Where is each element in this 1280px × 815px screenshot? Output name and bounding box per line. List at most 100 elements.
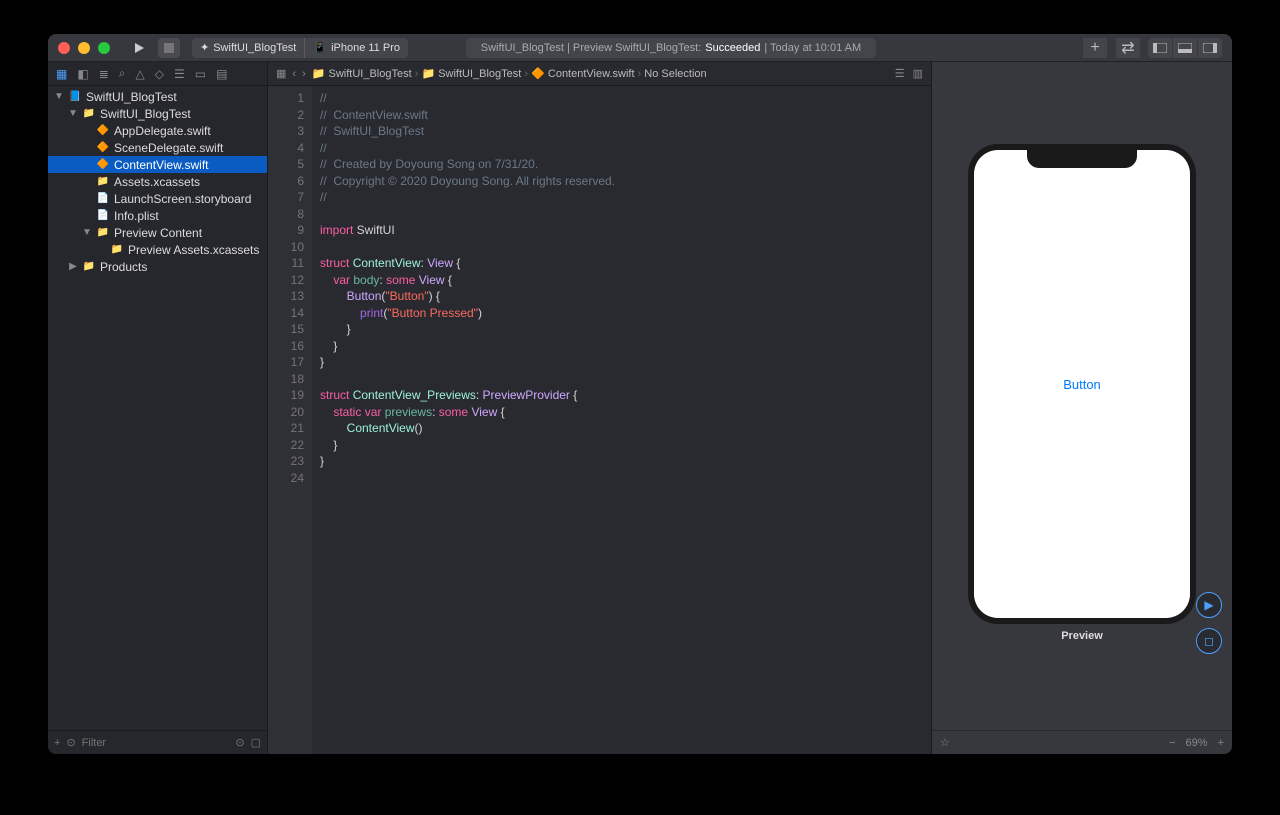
tree-item[interactable]: ▼ 📘 SwiftUI_BlogTest — [48, 88, 267, 105]
adjust-editor-button[interactable]: ▥ — [913, 67, 923, 80]
asset-icon: 📁 — [110, 243, 124, 257]
status-time: | Today at 10:01 AM — [764, 42, 861, 54]
zoom-in-button[interactable]: + — [1218, 737, 1224, 749]
canvas-body: Button Preview ▶ ◻ — [932, 62, 1232, 730]
inspect-preview-button[interactable]: ◻ — [1196, 628, 1222, 654]
disclosure-triangle[interactable]: ▼ — [82, 227, 92, 238]
tree-item-label: ContentView.swift — [114, 158, 209, 172]
issue-tab[interactable]: △ — [135, 67, 144, 81]
device-icon: 📱 — [313, 41, 327, 54]
close-window-button[interactable] — [58, 42, 70, 54]
stop-button[interactable] — [158, 38, 180, 58]
scheme-app-label: SwiftUI_BlogTest — [213, 42, 296, 54]
navigator-footer: + ⊙ ⊙ ▢ — [48, 730, 267, 754]
tree-item-label: Products — [100, 260, 147, 274]
tree-item[interactable]: 📁 Preview Assets.xcassets — [48, 241, 267, 258]
navigator-panel: ▦ ◧ ≣ ⌕ △ ◇ ☰ ▭ ▤ ▼ 📘 SwiftUI_BlogTest ▼ 📁 Sw… — [48, 62, 268, 754]
zoom-out-button[interactable]: − — [1169, 737, 1175, 749]
tree-item[interactable]: ▼ 📁 SwiftUI_BlogTest — [48, 105, 267, 122]
swift-icon: 🔶 — [96, 141, 110, 155]
device-notch — [1027, 150, 1137, 168]
device-frame: Button — [968, 144, 1196, 624]
toggle-inspector-button[interactable] — [1198, 38, 1222, 58]
run-button[interactable] — [128, 38, 150, 58]
tree-item[interactable]: 🔶 ContentView.swift — [48, 156, 267, 173]
preview-label: Preview — [968, 624, 1196, 648]
test-tab[interactable]: ◇ — [155, 67, 164, 81]
code-content: //// ContentView.swift// SwiftUI_BlogTes… — [312, 86, 615, 754]
titlebar: ✦SwiftUI_BlogTest 📱iPhone 11 Pro SwiftUI… — [48, 34, 1232, 62]
preview-button-element[interactable]: Button — [1063, 377, 1101, 392]
code-review-button[interactable]: ⇄ — [1116, 38, 1140, 58]
plist-icon: 📄 — [96, 209, 110, 223]
file-tree: ▼ 📘 SwiftUI_BlogTest ▼ 📁 SwiftUI_BlogTest 🔶 App… — [48, 86, 267, 730]
canvas-controls: ▶ ◻ — [1196, 592, 1222, 654]
related-items-button[interactable]: ▦ — [276, 67, 286, 80]
titlebar-right-controls: + ⇄ — [1083, 38, 1222, 58]
tree-item[interactable]: ▶ 📁 Products — [48, 258, 267, 275]
app-icon: ✦ — [200, 41, 209, 54]
forward-button[interactable]: › — [302, 68, 306, 80]
symbol-tab[interactable]: ≣ — [99, 67, 109, 81]
live-preview-button[interactable]: ▶ — [1196, 592, 1222, 618]
tree-item[interactable]: ▼📁Preview Content — [48, 224, 267, 241]
find-tab[interactable]: ⌕ — [119, 66, 126, 81]
tree-item[interactable]: 🔶 AppDelegate.swift — [48, 122, 267, 139]
report-tab[interactable]: ▤ — [216, 67, 227, 81]
pin-preview-button[interactable]: ☆ — [940, 736, 950, 749]
tree-item[interactable]: 📁Assets.xcassets — [48, 173, 267, 190]
breadcrumb-item[interactable]: 📁 SwiftUI_BlogTest — [312, 68, 412, 80]
breadcrumb[interactable]: 📁 SwiftUI_BlogTest › 📁 SwiftUI_BlogTest … — [312, 67, 707, 80]
disclosure-triangle[interactable]: ▼ — [68, 108, 78, 119]
tree-item[interactable]: 📄 LaunchScreen.storyboard — [48, 190, 267, 207]
folder-icon: 📁 — [82, 107, 96, 121]
tree-item-label: SwiftUI_BlogTest — [86, 90, 177, 104]
breakpoint-tab[interactable]: ▭ — [195, 67, 206, 81]
disclosure-triangle[interactable]: ▼ — [54, 91, 64, 102]
back-button[interactable]: ‹ — [292, 68, 296, 80]
library-button[interactable]: + — [1083, 38, 1107, 58]
recent-filter-button[interactable]: ⊙ — [235, 736, 244, 749]
tree-item-label: AppDelegate.swift — [114, 124, 211, 138]
zoom-window-button[interactable] — [98, 42, 110, 54]
window-body: ▦ ◧ ≣ ⌕ △ ◇ ☰ ▭ ▤ ▼ 📘 SwiftUI_BlogTest ▼ 📁 Sw… — [48, 62, 1232, 754]
status-prefix: SwiftUI_BlogTest | Preview SwiftUI_BlogT… — [481, 42, 702, 54]
toggle-debug-button[interactable] — [1173, 38, 1197, 58]
code-editor[interactable]: 123456789101112131415161718192021222324 … — [268, 86, 931, 754]
proj-icon: 📘 — [68, 90, 82, 104]
tree-item[interactable]: 🔶 SceneDelegate.swift — [48, 139, 267, 156]
source-control-tab[interactable]: ◧ — [77, 67, 88, 81]
tree-item[interactable]: 📄Info.plist — [48, 207, 267, 224]
scheme-selector[interactable]: ✦SwiftUI_BlogTest 📱iPhone 11 Pro — [192, 38, 408, 58]
device-screen: Button — [974, 150, 1190, 618]
folder-icon: 📁 — [82, 260, 96, 274]
line-gutter: 123456789101112131415161718192021222324 — [268, 86, 312, 754]
breadcrumb-item[interactable]: No Selection — [644, 68, 706, 80]
activity-status: SwiftUI_BlogTest | Preview SwiftUI_BlogT… — [466, 38, 876, 58]
scm-filter-button[interactable]: ▢ — [251, 736, 261, 749]
filter-icon: ⊙ — [66, 736, 75, 749]
xcode-window: ✦SwiftUI_BlogTest 📱iPhone 11 Pro SwiftUI… — [48, 34, 1232, 754]
editor-panel: ▦ ‹ › 📁 SwiftUI_BlogTest › 📁 SwiftUI_Blo… — [268, 62, 932, 754]
debug-tab[interactable]: ☰ — [174, 67, 185, 81]
tree-item-label: SceneDelegate.swift — [114, 141, 223, 155]
add-files-button[interactable]: + — [54, 737, 60, 749]
disclosure-triangle[interactable]: ▶ — [68, 261, 78, 272]
breadcrumb-item[interactable]: 📁 SwiftUI_BlogTest — [421, 68, 521, 80]
folder-icon: 📁 — [96, 226, 110, 240]
navigator-tabs: ▦ ◧ ≣ ⌕ △ ◇ ☰ ▭ ▤ — [48, 62, 267, 86]
jump-bar: ▦ ‹ › 📁 SwiftUI_BlogTest › 📁 SwiftUI_Blo… — [268, 62, 931, 86]
toggle-navigator-button[interactable] — [1148, 38, 1172, 58]
swift-icon: 🔶 — [96, 158, 110, 172]
breadcrumb-item[interactable]: 🔶 ContentView.swift — [531, 68, 634, 80]
minimize-window-button[interactable] — [78, 42, 90, 54]
sb-icon: 📄 — [96, 192, 110, 206]
project-navigator-tab[interactable]: ▦ — [56, 67, 67, 81]
tree-item-label: LaunchScreen.storyboard — [114, 192, 251, 206]
tree-item-label: SwiftUI_BlogTest — [100, 107, 191, 121]
tree-item-label: Preview Assets.xcassets — [128, 243, 259, 257]
asset-icon: 📁 — [96, 175, 110, 189]
swift-icon: 🔶 — [96, 124, 110, 138]
filter-input[interactable] — [82, 737, 230, 749]
minimap-button[interactable]: ☰ — [895, 67, 905, 80]
